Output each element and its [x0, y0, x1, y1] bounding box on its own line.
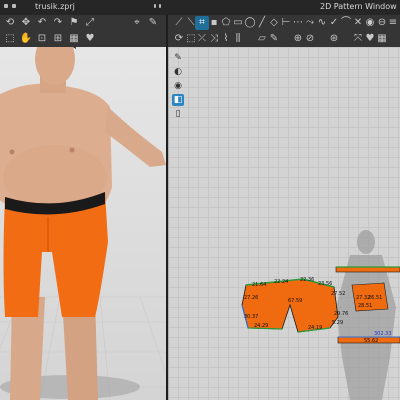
- 2d-pattern-window[interactable]: 21.64 22.24 22.36 23.56 27.26 27.52 67.5…: [168, 47, 400, 400]
- front-segment-label: 24.29: [254, 323, 268, 329]
- avatar-arm: [105, 107, 166, 167]
- pattern-canvas: 21.64 22.24 22.36 23.56 27.26 27.52 67.5…: [168, 47, 400, 400]
- topstitch-icon[interactable]: ≡: [386, 16, 400, 30]
- pen-icon[interactable]: ✎: [172, 52, 184, 64]
- title-bar: trusik.zprj 2D Pattern Window: [0, 0, 400, 16]
- separator-icon: [154, 4, 156, 8]
- front-segment-label: 23.56: [318, 281, 332, 287]
- brush-icon[interactable]: ◐: [172, 66, 184, 78]
- 3d-garment-view[interactable]: [0, 47, 166, 400]
- separator-icon: [159, 4, 161, 8]
- front-segment-label: 22.24: [274, 279, 288, 285]
- move-icon[interactable]: ✥: [19, 16, 33, 30]
- grid-icon[interactable]: ▦: [67, 32, 81, 46]
- undo-icon[interactable]: ↶: [35, 16, 49, 30]
- pattern-side-toolbar: ✎ ◐ ◉ ◧ ▯: [172, 52, 184, 122]
- toolbar-2d: ⟋ ⟍ ⌗ ▪ ⬠ ▭ ◯ ╱ ◇ ⊢ ⋯ ⤳ ∿ ✓ ⌒ ✕ ◉ ⊖ ≡ ⟳ …: [168, 15, 400, 47]
- window-menu-icon[interactable]: [12, 4, 16, 8]
- lock-icon[interactable]: ⊡: [35, 32, 49, 46]
- pin-icon[interactable]: ⌖: [130, 16, 144, 30]
- color-picker-icon[interactable]: ◧: [172, 94, 184, 106]
- garment-shorts[interactable]: [3, 192, 109, 317]
- right-segment-label: 302.33: [374, 331, 392, 337]
- right-segment-label: 28.51: [358, 303, 372, 309]
- brush-icon[interactable]: ✎: [146, 16, 160, 30]
- toolbar-3d: ⟲ ✥ ↶ ↷ ⚑ ⤢ ⌖ ✎ ⬚ ✋ ⊡ ⊞ ▦ ♥: [0, 15, 166, 47]
- ruler-icon[interactable]: ⊘: [303, 32, 317, 46]
- file-title: trusik.zprj: [35, 2, 75, 11]
- rotate-icon[interactable]: ⟲: [3, 16, 17, 30]
- front-segment-label: 29.76: [334, 311, 348, 317]
- right-segment-label: 55.62: [364, 338, 378, 344]
- pleat-icon[interactable]: ⫼: [231, 32, 245, 46]
- snap-icon[interactable]: ⤢: [83, 16, 97, 30]
- grid-icon[interactable]: ▦: [375, 32, 389, 46]
- arrange-icon[interactable]: ⊞: [51, 32, 65, 46]
- front-segment-label: 27.52: [331, 291, 345, 297]
- flag-icon[interactable]: ⚑: [67, 16, 81, 30]
- drag-icon[interactable]: ✋: [19, 32, 33, 46]
- heart-icon[interactable]: ♥: [83, 32, 97, 46]
- pattern-piece-waistband[interactable]: [335, 266, 400, 273]
- eraser-icon[interactable]: ▯: [172, 108, 184, 120]
- front-segment-label: 27.26: [244, 295, 258, 301]
- front-segment-label: 5.29: [332, 320, 343, 326]
- fill-icon[interactable]: ◉: [172, 80, 184, 92]
- front-segment-label: 67.59: [288, 298, 302, 304]
- annotation-icon[interactable]: ✎: [267, 32, 281, 46]
- redo-icon[interactable]: ↷: [51, 16, 65, 30]
- window-menu-icon[interactable]: [4, 4, 8, 8]
- pattern-window-title: 2D Pattern Window: [320, 2, 397, 11]
- front-segment-label: 24.19: [308, 325, 322, 331]
- front-segment-label: 21.64: [252, 282, 266, 288]
- select-icon[interactable]: ⬚: [3, 32, 17, 46]
- graphic-icon[interactable]: ⊛: [327, 32, 341, 46]
- right-segment-label: 26.51: [368, 295, 382, 301]
- front-segment-label: 30.37: [244, 314, 258, 320]
- front-segment-label: 22.36: [300, 277, 314, 283]
- 3d-scene: [0, 47, 166, 400]
